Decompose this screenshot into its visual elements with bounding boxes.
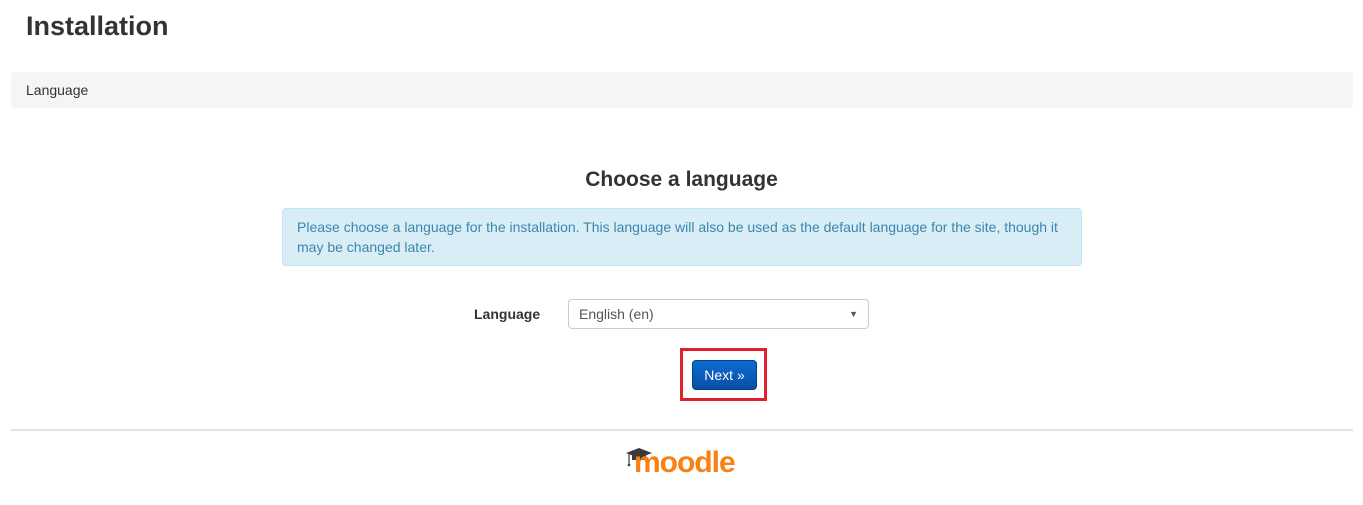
language-label: Language xyxy=(474,306,541,322)
moodle-logo-text: moodle xyxy=(634,446,735,479)
language-select-value: English (en) xyxy=(579,306,654,322)
moodle-logo: moodle xyxy=(626,446,736,479)
info-box: Please choose a language for the install… xyxy=(282,208,1082,266)
section-heading: Choose a language xyxy=(585,168,778,191)
next-button[interactable]: Next » xyxy=(692,360,757,390)
dropdown-arrow-icon: ▼ xyxy=(849,309,858,319)
page-title: Installation xyxy=(26,11,169,41)
breadcrumb: Language xyxy=(11,72,1353,108)
language-select[interactable]: English (en) ▼ xyxy=(568,299,869,329)
footer-divider xyxy=(11,429,1353,431)
breadcrumb-item-language: Language xyxy=(26,82,89,98)
